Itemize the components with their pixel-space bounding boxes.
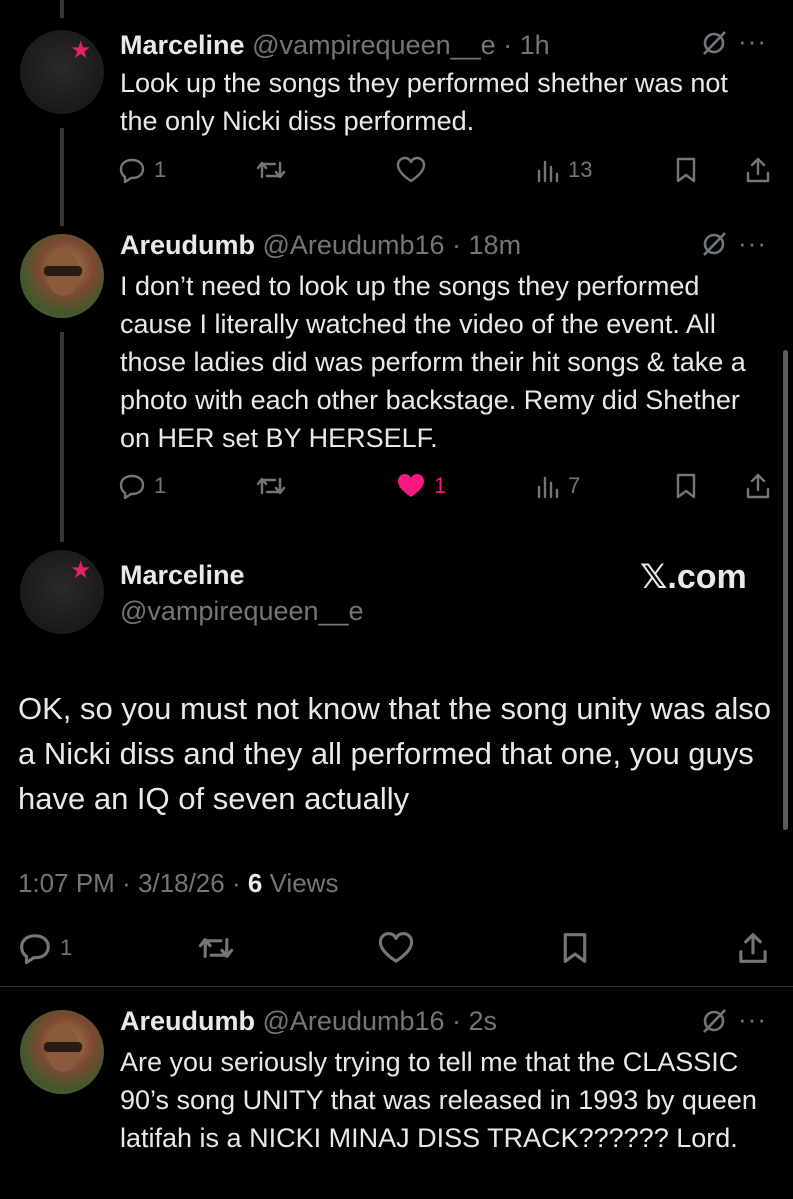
- scrollbar[interactable]: [783, 350, 788, 830]
- bookmark-icon: [676, 157, 696, 183]
- views-icon: [537, 160, 559, 183]
- handle[interactable]: @Areudumb16: [263, 230, 445, 260]
- reply-count: 1: [154, 473, 167, 498]
- meta-dot: ·: [231, 868, 241, 898]
- divider: [0, 986, 793, 987]
- tweet-text: Are you seriously trying to tell me that…: [120, 1047, 757, 1153]
- handle[interactable]: @Areudumb16: [263, 1006, 445, 1036]
- like-button[interactable]: 1: [396, 466, 446, 506]
- tweet-header: Marceline @vampirequeen__e · 1h: [120, 30, 550, 61]
- thread-line-top: [60, 0, 64, 18]
- bookmark-button[interactable]: [560, 926, 590, 970]
- timestamp[interactable]: · 18m: [452, 230, 521, 260]
- tweet-time[interactable]: 1:07 PM: [18, 868, 115, 898]
- share-icon: [746, 473, 770, 499]
- heart-icon: [378, 932, 414, 963]
- display-name[interactable]: Marceline: [120, 30, 245, 60]
- retweet-icon: [256, 161, 286, 179]
- retweet-icon: [256, 477, 286, 495]
- bookmark-button[interactable]: [674, 466, 698, 506]
- reply-icon: [119, 474, 145, 500]
- bookmark-icon: [563, 933, 587, 963]
- like-count: 1: [434, 473, 447, 498]
- reply-icon: [20, 934, 50, 965]
- tweet-date[interactable]: 3/18/26: [138, 868, 225, 898]
- timestamp[interactable]: · 1h: [503, 30, 550, 60]
- tweet-text: I don’t need to look up the songs they p…: [120, 271, 746, 453]
- share-button[interactable]: [744, 150, 772, 190]
- display-name[interactable]: Areudumb: [120, 1006, 255, 1036]
- views-count: 13: [568, 157, 593, 182]
- display-name[interactable]: Areudumb: [120, 230, 255, 260]
- retweet-button[interactable]: [256, 466, 286, 506]
- views-label: Views: [269, 868, 339, 898]
- star-icon: ★: [70, 557, 92, 584]
- reply-button[interactable]: 1: [118, 466, 166, 506]
- tweet-actions: 1 13: [118, 150, 774, 190]
- bookmark-icon: [676, 473, 696, 499]
- thread-line-2: [60, 332, 64, 542]
- views-icon: [537, 476, 559, 499]
- handle[interactable]: @vampirequeen__e: [252, 30, 496, 60]
- tweet-header: Areudumb @Areudumb16 · 2s: [120, 1006, 497, 1037]
- views-button[interactable]: 7: [536, 466, 580, 506]
- meta-dot: ·: [122, 868, 131, 898]
- share-button[interactable]: [736, 926, 770, 970]
- retweet-button[interactable]: [198, 926, 234, 970]
- tweet-actions: 1 1 7: [118, 466, 774, 506]
- views-count: 7: [568, 473, 581, 498]
- like-button[interactable]: [396, 150, 426, 190]
- views-count: 6: [247, 868, 263, 898]
- grok-icon[interactable]: [700, 1007, 728, 1035]
- tweet-meta: 1:07 PM · 3/18/26 · 6 Views: [18, 868, 338, 899]
- like-button[interactable]: [378, 926, 414, 970]
- display-name[interactable]: Marceline: [120, 560, 245, 591]
- share-button[interactable]: [744, 466, 772, 506]
- heart-filled-icon: [398, 474, 424, 497]
- star-icon: ★: [70, 37, 92, 64]
- handle[interactable]: @vampirequeen__e: [120, 596, 364, 627]
- thread-line-1: [60, 128, 64, 226]
- more-icon[interactable]: ···: [738, 228, 767, 259]
- reply-count: 1: [60, 935, 73, 960]
- more-icon[interactable]: ···: [738, 26, 767, 57]
- reply-button[interactable]: 1: [18, 926, 72, 970]
- timestamp[interactable]: · 2s: [452, 1006, 497, 1036]
- avatar[interactable]: [20, 234, 104, 318]
- grok-icon[interactable]: [700, 230, 728, 258]
- views-button[interactable]: 13: [536, 150, 592, 190]
- avatar[interactable]: [20, 1010, 104, 1094]
- main-tweet-actions: 1: [18, 926, 778, 970]
- share-icon: [739, 933, 767, 963]
- retweet-button[interactable]: [256, 150, 286, 190]
- more-icon[interactable]: ···: [738, 1004, 767, 1035]
- grok-icon[interactable]: [700, 29, 728, 57]
- main-tweet-text: OK, so you must not know that the song u…: [18, 691, 772, 816]
- heart-icon: [396, 156, 426, 183]
- x-com-watermark: 𝕏.com: [640, 558, 747, 596]
- bookmark-button[interactable]: [674, 150, 698, 190]
- reply-icon: [119, 158, 145, 184]
- tweet-text: Look up the songs they performed shether…: [120, 68, 728, 136]
- retweet-icon: [198, 938, 234, 958]
- share-icon: [746, 157, 770, 183]
- reply-button[interactable]: 1: [118, 150, 166, 190]
- reply-count: 1: [154, 157, 167, 182]
- tweet-header: Areudumb @Areudumb16 · 18m: [120, 230, 521, 261]
